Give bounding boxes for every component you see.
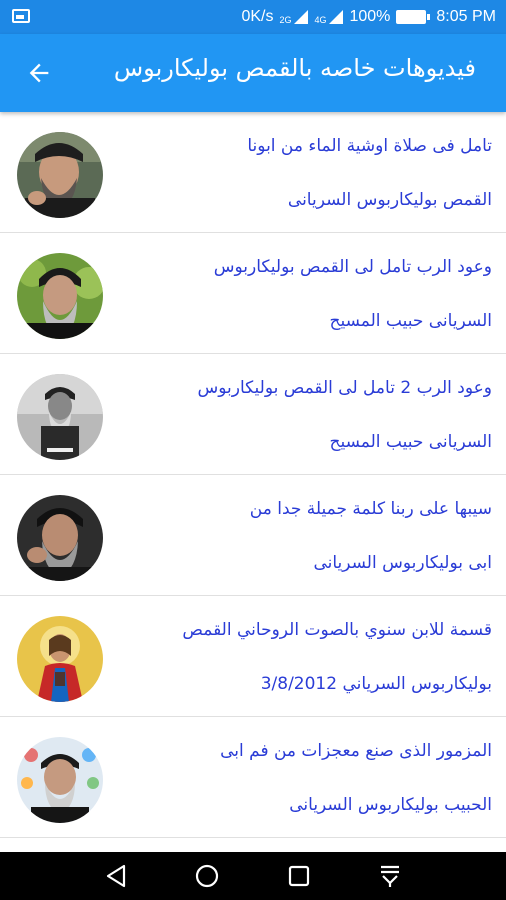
avatar: [17, 495, 103, 581]
video-subtitle: ابى بوليكاربوس السريانى: [313, 553, 492, 573]
video-list: تامل فى صلاة اوشية الماء من ابونا القمص …: [0, 112, 506, 852]
circle-home-icon: [196, 864, 219, 888]
video-title: وعود الرب 2 تامل لى القمص بوليكاربوس: [197, 378, 492, 398]
battery-percent: 100%: [349, 8, 391, 25]
list-item[interactable]: وعود الرب 2 تامل لى القمص بوليكاربوس الس…: [0, 354, 506, 475]
clock: 8:05 PM: [436, 8, 496, 25]
square-recents-icon: [288, 865, 309, 887]
video-title: المزمور الذى صنع معجزات من فم ابى: [220, 741, 492, 761]
signal-icon: [329, 10, 344, 24]
nav-back-button[interactable]: [96, 856, 136, 896]
list-item[interactable]: قسمة للابن سنوي بالصوت الروحاني القمص بو…: [0, 596, 506, 717]
pull-down-icon: [381, 865, 400, 887]
network-4g-indicator: 4G: [314, 9, 344, 25]
nav-recents-button[interactable]: [279, 856, 319, 896]
avatar: [17, 616, 103, 702]
video-title: قسمة للابن سنوي بالصوت الروحاني القمص: [182, 620, 492, 640]
avatar: [17, 374, 103, 460]
video-subtitle: بوليكاربوس السرياني 3/8/2012: [260, 674, 492, 694]
triangle-back-icon: [106, 864, 125, 888]
video-title: تامل فى صلاة اوشية الماء من ابونا: [247, 136, 492, 156]
avatar: [17, 132, 103, 218]
app-bar: فيديوهات خاصه بالقمص بوليكاربوس: [0, 34, 506, 112]
avatar: [17, 253, 103, 339]
list-item[interactable]: تامل فى صلاة اوشية الماء من ابونا القمص …: [0, 112, 506, 233]
back-button[interactable]: [22, 56, 56, 90]
list-item[interactable]: المزمور الذى صنع معجزات من فم ابى الحبيب…: [0, 717, 506, 838]
network-speed: 0K/s: [241, 8, 274, 25]
list-item[interactable]: سيبها على ربنا كلمة جميلة جدا من ابى بول…: [0, 475, 506, 596]
arrow-back-icon: [29, 63, 49, 83]
network-2g-indicator: 2G: [279, 9, 309, 25]
list-item[interactable]: وعود الرب تامل لى القمص بوليكاربوس السري…: [0, 233, 506, 354]
video-subtitle: القمص بوليكاربوس السريانى: [287, 190, 492, 210]
video-subtitle: السريانى حبيب المسيح: [329, 311, 492, 331]
nav-home-button[interactable]: [187, 856, 227, 896]
signal-icon: [294, 10, 309, 24]
status-bar: 0K/s 2G 4G 100% 8:05 PM: [0, 0, 506, 34]
video-title: سيبها على ربنا كلمة جميلة جدا من: [249, 499, 492, 519]
avatar: [17, 737, 103, 823]
video-title: وعود الرب تامل لى القمص بوليكاربوس: [213, 257, 492, 277]
page-title: فيديوهات خاصه بالقمص بوليكاربوس: [113, 54, 476, 82]
battery-icon: [396, 10, 431, 24]
system-nav-bar: [0, 852, 506, 900]
video-subtitle: الحبيب بوليكاربوس السريانى: [289, 795, 492, 815]
video-subtitle: السريانى حبيب المسيح: [329, 432, 492, 452]
nav-notification-button[interactable]: [370, 856, 410, 896]
screenshot-notification-icon: [12, 9, 30, 23]
